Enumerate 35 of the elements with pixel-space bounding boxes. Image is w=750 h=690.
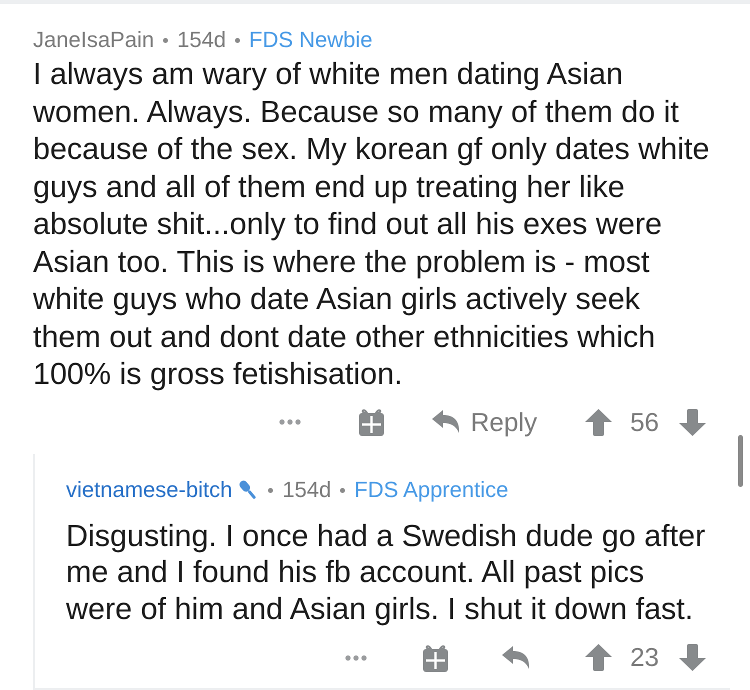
downvote-icon [679,408,706,436]
more-icon [345,654,368,660]
upvote-icon [585,408,612,436]
upvote-button[interactable] [585,644,612,671]
dot-icon [235,38,240,42]
vote-score: 23 [630,642,659,673]
downvote-button[interactable] [679,408,706,436]
upvote-button[interactable] [585,408,612,436]
comment-text: I always am wary of white men dating Asian women. Always. Because so many of them do it because of the sex. My korean gf only dates white guys and all of them end up treating her like absolute shit...only to find out all his exes were Asian too. This is where the problem is - most white guys who date Asian girls actively seek them out and dont date other ethnicities which 100% is gross fetishisation. [33,56,710,393]
award-button[interactable] [422,642,450,672]
dot-icon [268,488,274,492]
reply-button[interactable] [502,646,530,670]
reply-icon [502,646,530,670]
more-button[interactable] [278,419,301,425]
user-flair: FDS Newbie [249,27,373,53]
award-button[interactable] [358,407,385,437]
vote-score: 56 [630,406,659,438]
gift-icon [422,642,450,672]
user-flair: FDS Apprentice [354,477,508,503]
downvote-button[interactable] [679,644,706,671]
gift-icon [358,407,385,437]
dot-icon [340,488,346,492]
upvote-icon [585,644,612,671]
comment-age: 154d [177,27,226,53]
reply-button[interactable]: Reply [432,406,538,438]
comment-text: Disgusting. I once had a Swedish dude go after me and I found his fb account. All past pics were of him and Asian girls. I shut it down fast. [66,518,706,627]
more-button[interactable] [345,654,368,660]
dot-icon [163,38,168,42]
downvote-icon [679,644,706,671]
username[interactable]: JaneIsaPain [33,27,154,53]
reply-icon [432,410,460,434]
more-icon [278,419,301,425]
scrollbar-thumb[interactable] [738,435,743,487]
comment-age: 154d [282,477,332,503]
username[interactable]: vietnamese-bitch [66,477,232,503]
